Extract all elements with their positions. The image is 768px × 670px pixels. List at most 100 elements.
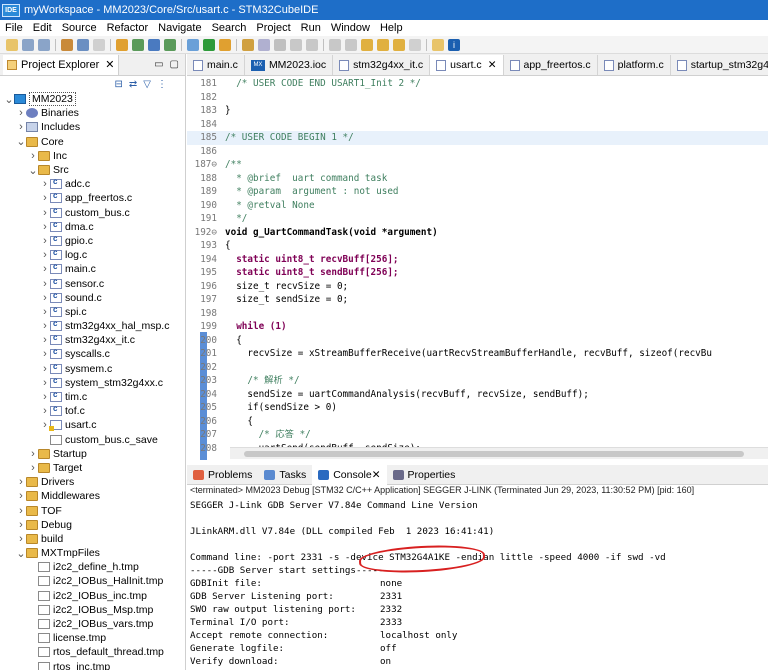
- chevron-right-icon[interactable]: ›: [40, 363, 50, 375]
- tree-item[interactable]: › system_stm32g4xx.c: [0, 376, 185, 390]
- tree-item[interactable]: i2c2_IOBus_inc.tmp: [0, 589, 185, 603]
- chevron-down-icon[interactable]: ⌄: [16, 135, 26, 148]
- chevron-right-icon[interactable]: ›: [40, 292, 50, 304]
- tree-item[interactable]: › custom_bus.c: [0, 206, 185, 220]
- chevron-right-icon[interactable]: ›: [40, 405, 50, 417]
- project-explorer-tab[interactable]: Project Explorer ✕: [3, 54, 120, 75]
- tree-item[interactable]: › spi.c: [0, 305, 185, 319]
- menu-run[interactable]: Run: [296, 22, 326, 34]
- tree-item[interactable]: › Includes: [0, 120, 185, 134]
- run-icon[interactable]: [164, 38, 176, 51]
- tree-item[interactable]: ⌄ MM2023: [0, 92, 185, 107]
- tree-item[interactable]: › Drivers: [0, 475, 185, 489]
- maximize-icon[interactable]: ▢: [170, 59, 179, 70]
- chevron-right-icon[interactable]: ›: [40, 192, 50, 204]
- block-icon[interactable]: [306, 38, 318, 51]
- chevron-right-icon[interactable]: ›: [40, 334, 50, 346]
- tree-item[interactable]: › TOF: [0, 503, 185, 517]
- tree-item[interactable]: rtos_default_thread.tmp: [0, 645, 185, 659]
- tree-item[interactable]: i2c2_define_h.tmp: [0, 560, 185, 574]
- build-icon[interactable]: [61, 38, 73, 51]
- tree-item[interactable]: › stm32g4xx_it.c: [0, 333, 185, 347]
- chevron-right-icon[interactable]: ›: [16, 533, 26, 545]
- toggle-icon[interactable]: [290, 38, 302, 51]
- pen-icon[interactable]: [274, 38, 286, 51]
- close-icon[interactable]: ✕: [372, 469, 381, 481]
- code-editor[interactable]: 181 /* USER CODE END USART1_Init 2 */182…: [187, 76, 768, 460]
- tree-item[interactable]: › gpio.c: [0, 234, 185, 248]
- console-tab-tasks[interactable]: Tasks: [258, 465, 312, 485]
- nav-forward-icon[interactable]: [409, 38, 421, 51]
- tree-item[interactable]: › Binaries: [0, 106, 185, 120]
- chevron-down-icon[interactable]: ⌄: [28, 164, 38, 177]
- editor-tab[interactable]: main.c: [187, 55, 245, 75]
- chevron-right-icon[interactable]: ›: [40, 249, 50, 261]
- tree-item[interactable]: › dma.c: [0, 220, 185, 234]
- play-icon[interactable]: [203, 38, 215, 51]
- tree-item[interactable]: license.tmp: [0, 631, 185, 645]
- chevron-right-icon[interactable]: ›: [16, 121, 26, 133]
- tree-item[interactable]: › app_freertos.c: [0, 191, 185, 205]
- close-icon[interactable]: ✕: [488, 59, 497, 71]
- chevron-right-icon[interactable]: ›: [28, 448, 38, 460]
- console-output[interactable]: SEGGER J-Link GDB Server V7.84e Command …: [187, 499, 768, 670]
- menu-navigate[interactable]: Navigate: [153, 22, 206, 34]
- minimize-icon[interactable]: ▭: [154, 59, 163, 70]
- tree-item[interactable]: › sensor.c: [0, 276, 185, 290]
- settings-icon[interactable]: [77, 38, 89, 51]
- tree-item[interactable]: › build: [0, 532, 185, 546]
- chevron-right-icon[interactable]: ›: [40, 306, 50, 318]
- collapse-all-icon[interactable]: ⊟: [115, 79, 123, 90]
- console-tab-properties[interactable]: Properties: [387, 465, 462, 485]
- tree-item[interactable]: rtos_inc.tmp: [0, 660, 185, 670]
- nav-back-icon[interactable]: [393, 38, 405, 51]
- chevron-right-icon[interactable]: ›: [28, 150, 38, 162]
- menu-refactor[interactable]: Refactor: [102, 22, 154, 34]
- tree-item[interactable]: › usart.c: [0, 418, 185, 432]
- tree-item[interactable]: › tim.c: [0, 390, 185, 404]
- menu-file[interactable]: File: [0, 22, 28, 34]
- chevron-right-icon[interactable]: ›: [40, 377, 50, 389]
- chevron-right-icon[interactable]: ›: [40, 178, 50, 190]
- next-annotation-icon[interactable]: [329, 38, 341, 51]
- chevron-right-icon[interactable]: ›: [40, 320, 50, 332]
- chevron-right-icon[interactable]: ›: [40, 391, 50, 403]
- chevron-right-icon[interactable]: ›: [40, 235, 50, 247]
- search-icon[interactable]: [258, 38, 270, 51]
- chevron-right-icon[interactable]: ›: [28, 462, 38, 474]
- tree-item[interactable]: i2c2_IOBus_Msp.tmp: [0, 603, 185, 617]
- chevron-right-icon[interactable]: ›: [16, 519, 26, 531]
- editor-tab[interactable]: stm32g4xx_it.c: [333, 55, 431, 75]
- chevron-right-icon[interactable]: ›: [40, 278, 50, 290]
- chevron-down-icon[interactable]: ⌄: [4, 93, 14, 106]
- link-editor-icon[interactable]: ⇄: [129, 79, 137, 90]
- console-tab-problems[interactable]: Problems: [187, 465, 258, 485]
- tree-item[interactable]: › tof.c: [0, 404, 185, 418]
- menu-edit[interactable]: Edit: [28, 22, 57, 34]
- tree-item[interactable]: › Target: [0, 461, 185, 475]
- tree-item[interactable]: › adc.c: [0, 177, 185, 191]
- tree-item[interactable]: › Startup: [0, 447, 185, 461]
- console-tab-console[interactable]: Console ✕: [312, 464, 387, 485]
- chevron-right-icon[interactable]: ›: [40, 221, 50, 233]
- save-icon[interactable]: [22, 38, 34, 51]
- chevron-right-icon[interactable]: ›: [16, 505, 26, 517]
- save-all-icon[interactable]: [38, 38, 50, 51]
- info-icon[interactable]: i: [448, 38, 460, 51]
- tree-item[interactable]: › stm32g4xx_hal_msp.c: [0, 319, 185, 333]
- debug-config-icon[interactable]: [132, 38, 144, 51]
- clean-icon[interactable]: [116, 38, 128, 51]
- chevron-right-icon[interactable]: ›: [40, 263, 50, 275]
- tree-item[interactable]: › sysmem.c: [0, 362, 185, 376]
- tree-item[interactable]: › Middlewares: [0, 489, 185, 503]
- menu-window[interactable]: Window: [326, 22, 375, 34]
- chevron-right-icon[interactable]: ›: [16, 490, 26, 502]
- tree-item[interactable]: ⌄ Src: [0, 163, 185, 177]
- properties-icon[interactable]: [93, 38, 105, 51]
- editor-tab[interactable]: usart.c ✕: [430, 55, 504, 75]
- tree-item[interactable]: › sound.c: [0, 291, 185, 305]
- prev-annotation-icon[interactable]: [345, 38, 357, 51]
- tree-item[interactable]: › main.c: [0, 262, 185, 276]
- external-tools-icon[interactable]: [219, 38, 231, 51]
- editor-tab[interactable]: MX MM2023.ioc: [245, 55, 334, 75]
